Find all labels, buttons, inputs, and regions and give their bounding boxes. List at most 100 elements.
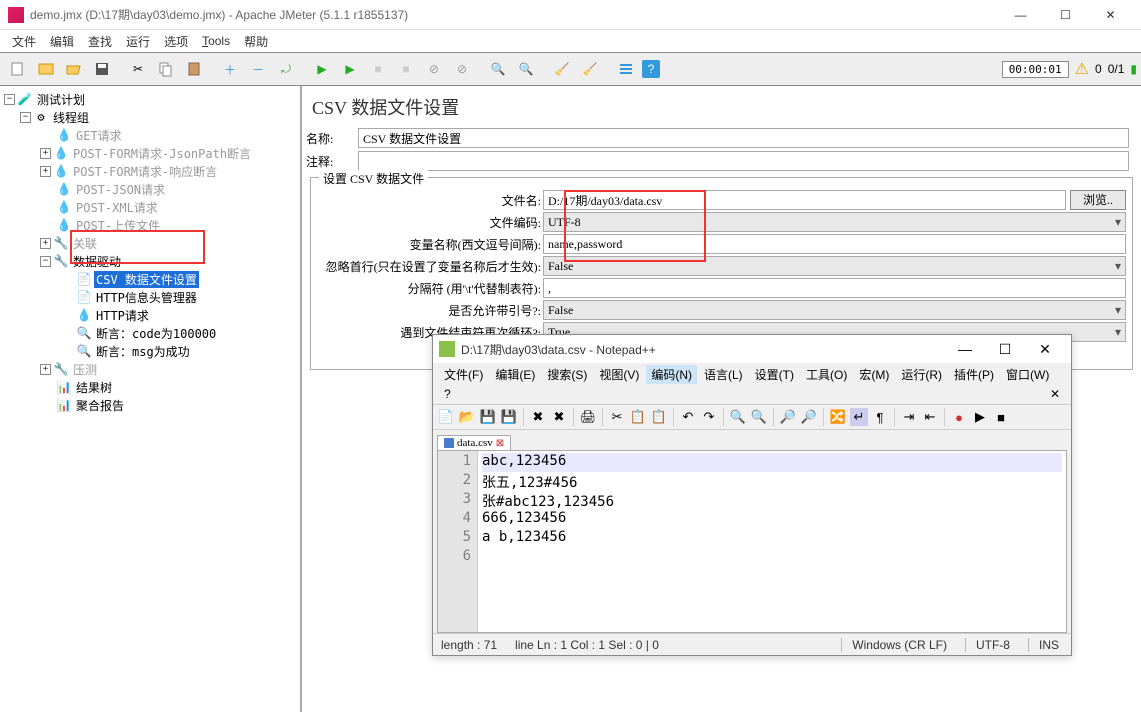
tree-http-req[interactable]: HTTP请求 xyxy=(94,307,151,324)
tree-collapse-icon[interactable]: − xyxy=(40,256,51,267)
npp-indent-icon[interactable]: ⇥ xyxy=(900,408,918,426)
npp-save-icon[interactable]: 💾 xyxy=(479,408,497,426)
notepad-plus-plus-window[interactable]: D:\17期\day03\data.csv - Notepad++ — ☐ ✕ … xyxy=(432,334,1072,656)
save-icon[interactable] xyxy=(90,57,114,81)
npp-show-all-icon[interactable]: ¶ xyxy=(871,408,889,426)
tree-agg-report[interactable]: 聚合报告 xyxy=(74,397,126,414)
tree-stress[interactable]: 压测 xyxy=(71,361,99,378)
copy-icon[interactable] xyxy=(154,57,178,81)
npp-outdent-icon[interactable]: ⇤ xyxy=(921,408,939,426)
npp-menu-lang[interactable]: 语言(L) xyxy=(699,365,748,384)
tree-postxml[interactable]: POST-XML请求 xyxy=(74,199,160,216)
expand-icon[interactable]: ＋ xyxy=(218,57,242,81)
editor-line[interactable]: 张#abc123,123456 xyxy=(482,491,1062,510)
shutdown-icon[interactable]: ■ xyxy=(394,57,418,81)
close-button[interactable]: ✕ xyxy=(1088,0,1133,30)
npp-print-icon[interactable]: 🖨 xyxy=(579,408,597,426)
npp-menu-tools[interactable]: 工具(O) xyxy=(801,365,852,384)
tree-postform-json[interactable]: POST-FORM请求-JsonPath断言 xyxy=(71,145,253,162)
toggle-icon[interactable]: ⤾ xyxy=(274,57,298,81)
npp-text-area[interactable]: abc,123456 张五,123#456 张#abc123,123456 66… xyxy=(478,451,1066,632)
tree-datadriven[interactable]: 数据驱动 xyxy=(71,253,123,270)
menu-options[interactable]: 选项 xyxy=(158,31,194,52)
npp-close-button[interactable]: ✕ xyxy=(1025,335,1065,363)
quote-combobox[interactable]: False▾ xyxy=(543,300,1126,320)
npp-menu-view[interactable]: 视图(V) xyxy=(594,365,644,384)
tree-collapse-icon[interactable]: − xyxy=(4,94,15,105)
tree-result-tree[interactable]: 结果树 xyxy=(74,379,114,396)
npp-paste-icon[interactable]: 📋 xyxy=(650,408,668,426)
templates-icon[interactable] xyxy=(34,57,58,81)
collapse-icon[interactable]: － xyxy=(246,57,270,81)
tree-expand-icon[interactable]: + xyxy=(40,238,51,249)
menu-help[interactable]: 帮助 xyxy=(238,31,274,52)
maximize-button[interactable]: ☐ xyxy=(1043,0,1088,30)
tree-postjson[interactable]: POST-JSON请求 xyxy=(74,181,167,198)
npp-menu-search[interactable]: 搜索(S) xyxy=(542,365,592,384)
npp-menu-plugins[interactable]: 插件(P) xyxy=(949,365,999,384)
npp-play-icon[interactable]: ▶ xyxy=(971,408,989,426)
npp-menu-run[interactable]: 运行(R) xyxy=(896,365,947,384)
menu-run[interactable]: 运行 xyxy=(120,31,156,52)
help-icon[interactable]: 🧹 xyxy=(578,57,602,81)
npp-copy-icon[interactable]: 📋 xyxy=(629,408,647,426)
warning-icon[interactable]: ⚠ xyxy=(1075,59,1089,79)
ignore-combobox[interactable]: False▾ xyxy=(543,256,1126,276)
npp-menu-close-icon[interactable]: ✕ xyxy=(1045,386,1065,402)
npp-minimize-button[interactable]: — xyxy=(945,335,985,363)
about-icon[interactable]: ? xyxy=(642,60,660,78)
npp-zoom-in-icon[interactable]: 🔎 xyxy=(779,408,797,426)
open-icon[interactable] xyxy=(62,57,86,81)
browse-button[interactable]: 浏览.. xyxy=(1070,190,1126,210)
search-tree-icon[interactable]: 🔍 xyxy=(486,57,510,81)
clear-all-icon[interactable]: ⊘ xyxy=(450,57,474,81)
npp-menu-macro[interactable]: 宏(M) xyxy=(854,365,894,384)
tree-assert-code[interactable]: 断言：code为100000 xyxy=(94,325,218,342)
editor-line[interactable]: a b,123456 xyxy=(482,529,1062,548)
clear-icon[interactable]: ⊘ xyxy=(422,57,446,81)
varname-input[interactable] xyxy=(543,234,1126,254)
npp-maximize-button[interactable]: ☐ xyxy=(985,335,1025,363)
cut-icon[interactable]: ✂ xyxy=(126,57,150,81)
npp-redo-icon[interactable]: ↷ xyxy=(700,408,718,426)
tree-postupload[interactable]: POST-上传文件 xyxy=(74,217,162,234)
tree-collapse-icon[interactable]: − xyxy=(20,112,31,123)
npp-close-icon[interactable]: ✖ xyxy=(529,408,547,426)
tree-expand-icon[interactable]: + xyxy=(40,166,51,177)
tree-postform-resp[interactable]: POST-FORM请求-响应断言 xyxy=(71,163,219,180)
reset-search-icon[interactable]: 🔍 xyxy=(514,57,538,81)
menu-file[interactable]: 文件 xyxy=(6,31,42,52)
paste-icon[interactable] xyxy=(182,57,206,81)
editor-line[interactable] xyxy=(482,548,1062,567)
options-icon[interactable] xyxy=(614,57,638,81)
tree-expand-icon[interactable]: + xyxy=(40,364,51,375)
npp-open-icon[interactable]: 📂 xyxy=(458,408,476,426)
npp-menu-edit[interactable]: 编辑(E) xyxy=(490,365,540,384)
npp-sync-icon[interactable]: 🔀 xyxy=(829,408,847,426)
comment-input[interactable] xyxy=(358,151,1129,171)
npp-saveall-icon[interactable]: 💾 xyxy=(500,408,518,426)
tree-get[interactable]: GET请求 xyxy=(74,127,124,144)
name-input[interactable] xyxy=(358,128,1129,148)
menu-search[interactable]: 查找 xyxy=(82,31,118,52)
npp-cut-icon[interactable]: ✂ xyxy=(608,408,626,426)
npp-menu-file[interactable]: 文件(F) xyxy=(439,365,488,384)
npp-editor[interactable]: 123456 abc,123456 张五,123#456 张#abc123,12… xyxy=(437,450,1067,633)
npp-tab-data-csv[interactable]: data.csv ⊠ xyxy=(437,435,511,450)
npp-stop-icon[interactable]: ■ xyxy=(992,408,1010,426)
editor-line[interactable]: 666,123456 xyxy=(482,510,1062,529)
editor-line[interactable]: abc,123456 xyxy=(482,453,1062,472)
encoding-combobox[interactable]: UTF-8▾ xyxy=(543,212,1126,232)
new-icon[interactable] xyxy=(6,57,30,81)
npp-menu-settings[interactable]: 设置(T) xyxy=(750,365,799,384)
tree-expand-icon[interactable]: + xyxy=(40,148,51,159)
tree-test-plan[interactable]: 测试计划 xyxy=(35,91,87,108)
start-no-pause-icon[interactable]: ▶ xyxy=(338,57,362,81)
tree-http-header[interactable]: HTTP信息头管理器 xyxy=(94,289,199,306)
tree-assoc[interactable]: 关联 xyxy=(71,235,99,252)
test-plan-tree[interactable]: −🧪测试计划 −⚙线程组 💧GET请求 +💧POST-FORM请求-JsonPa… xyxy=(0,86,302,712)
minimize-button[interactable]: — xyxy=(998,0,1043,30)
stop-icon[interactable]: ■ xyxy=(366,57,390,81)
npp-record-icon[interactable]: ● xyxy=(950,408,968,426)
npp-menu-help[interactable]: ? xyxy=(439,386,456,402)
